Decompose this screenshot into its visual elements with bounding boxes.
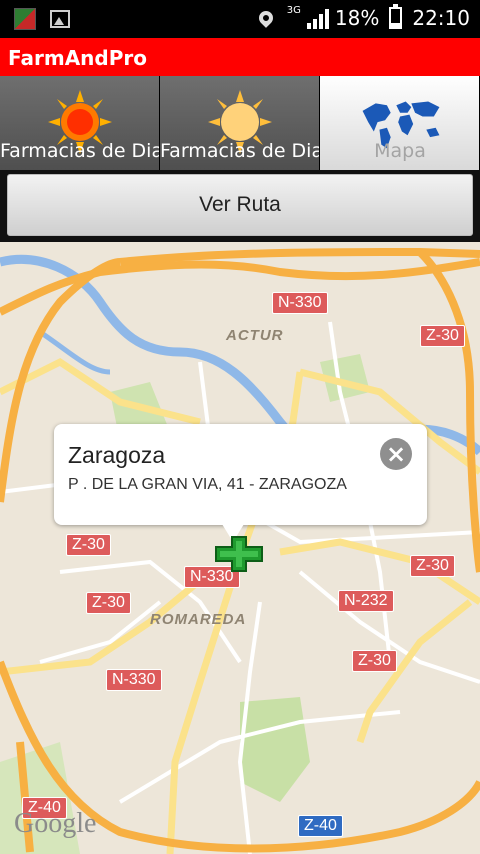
tab-farmacias-de-dia[interactable]: Farmacias de Dia (0, 76, 160, 170)
tab-label: Mapa (374, 140, 426, 162)
image-icon (50, 10, 70, 28)
app-title: FarmAndPro (0, 38, 480, 76)
tab-label: Farmacias de Dia (160, 140, 320, 162)
road-shield: N-232 (338, 590, 394, 612)
signal-icon (306, 7, 329, 29)
road-shield: Z-30 (86, 592, 131, 614)
pharmacy-cross-icon[interactable] (214, 535, 264, 573)
location-icon (255, 8, 276, 28)
info-window[interactable]: Zaragoza P . DE LA GRAN VIA, 41 - ZARAGO… (54, 424, 427, 542)
tab-mapa[interactable]: Mapa (320, 76, 480, 170)
info-window-address: P . DE LA GRAN VIA, 41 - ZARAGOZA (68, 476, 347, 493)
road-shield: Z-30 (66, 534, 111, 556)
clock: 22:10 (412, 6, 470, 30)
road-shield: N-330 (272, 292, 328, 314)
battery-percent: 18% (334, 6, 380, 30)
route-bar: Ver Ruta (0, 170, 480, 242)
close-icon[interactable]: × (380, 438, 412, 470)
road-shield: Z-40 (298, 815, 343, 837)
tab-label: Farmacias de Dia (0, 140, 160, 162)
battery-icon (389, 4, 403, 29)
road-shield: Z-30 (352, 650, 397, 672)
app-icon (14, 8, 36, 30)
info-window-title: Zaragoza (68, 442, 166, 468)
network-type: 3G (286, 4, 301, 16)
road-shield: N-330 (106, 669, 162, 691)
district-label: ROMAREDA (150, 611, 247, 628)
status-bar: 3G 18% 22:10 (0, 0, 480, 38)
road-shield: Z-30 (420, 325, 465, 347)
google-logo: Google (14, 808, 97, 839)
road-shield: Z-30 (410, 555, 455, 577)
district-label: ACTUR (226, 327, 284, 344)
tab-bar: Farmacias de Dia Farmacias de Dia Mapa (0, 76, 480, 170)
tab-farmacias-de-dia-noche[interactable]: Farmacias de Dia (160, 76, 320, 170)
ver-ruta-button[interactable]: Ver Ruta (7, 174, 473, 236)
